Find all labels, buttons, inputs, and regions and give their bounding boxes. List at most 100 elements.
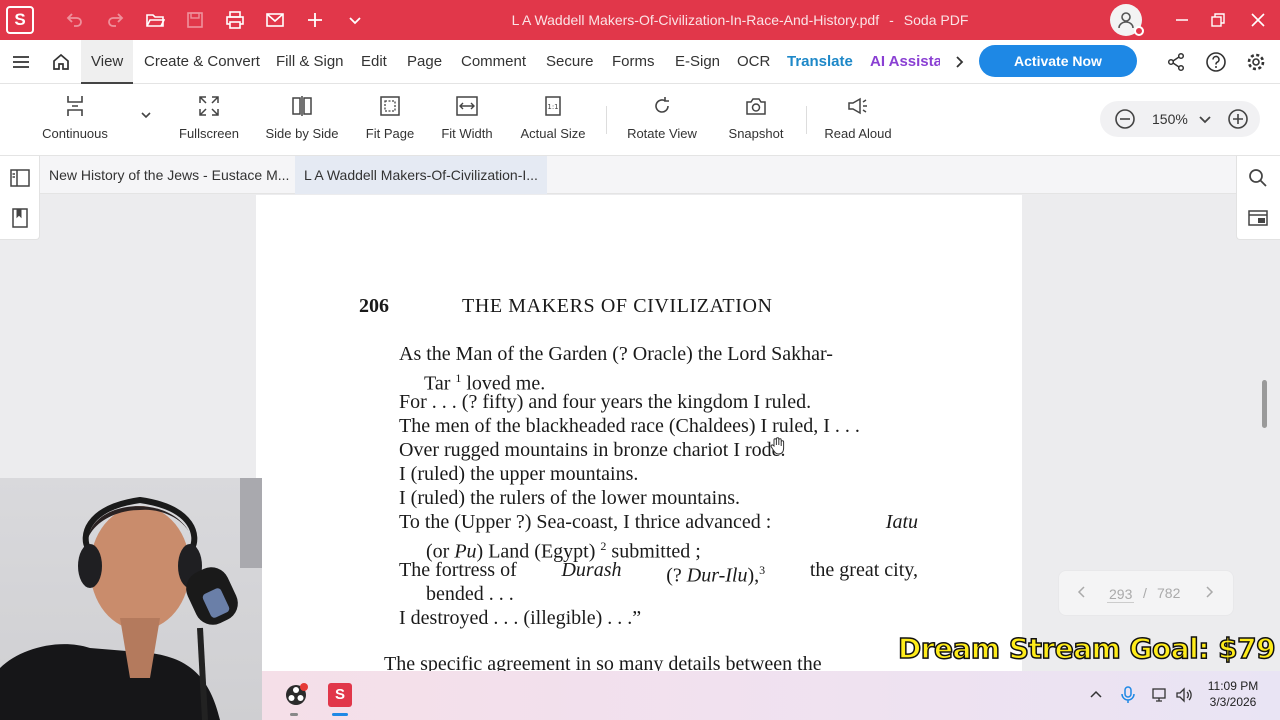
menu-create-convert[interactable]: Create & Convert [144, 40, 260, 84]
settings-gear-icon[interactable] [1244, 50, 1268, 74]
menu-ai-assistant[interactable]: AI Assista [870, 40, 940, 84]
text-line-italic: Durash [561, 559, 622, 581]
text-line-content: The men of the blackheaded race (Chaldee… [399, 415, 860, 437]
open-folder-icon[interactable] [142, 8, 168, 32]
activate-now-button[interactable]: Activate Now [979, 45, 1137, 77]
previous-page-chevron-icon[interactable] [1077, 585, 1087, 602]
text-line: I (ruled) the rulers of the lower mounta… [399, 486, 740, 510]
obs-app-icon[interactable] [282, 681, 310, 709]
undo-icon[interactable] [62, 8, 88, 32]
read-aloud-button[interactable]: Read Aloud [822, 92, 894, 148]
fullscreen-label: Fullscreen [179, 126, 239, 141]
actual-size-button[interactable]: 1:1 Actual Size [518, 92, 588, 148]
fullscreen-button[interactable]: Fullscreen [176, 92, 242, 148]
menu-view[interactable]: View [81, 40, 134, 84]
fit-page-button[interactable]: Fit Page [362, 92, 418, 148]
footnote-marker: 1 [455, 371, 462, 385]
soda-pdf-logo[interactable]: S [6, 6, 34, 34]
user-account-icon[interactable] [1110, 4, 1144, 36]
hand-cursor-icon [770, 437, 786, 460]
footnote-marker: 3 [759, 563, 766, 577]
help-icon[interactable] [1204, 50, 1228, 74]
share-icon[interactable] [1164, 50, 1188, 74]
menu-page[interactable]: Page [407, 40, 442, 84]
menu-e-sign[interactable]: E-Sign [675, 40, 720, 84]
search-icon[interactable] [1246, 166, 1270, 190]
side-by-side-button[interactable]: Side by Side [264, 92, 340, 148]
quick-access-chevron-down-icon[interactable] [342, 8, 368, 32]
menu-edit[interactable]: Edit [361, 40, 387, 84]
print-icon[interactable] [222, 8, 248, 32]
snapshot-camera-icon [724, 92, 788, 120]
sidebar-toggle-icon[interactable] [8, 166, 32, 190]
text-line: bended . . . [426, 582, 514, 606]
text-line: For . . . (? fifty) and four years the k… [399, 390, 811, 414]
zoom-dropdown-chevron-icon[interactable] [1198, 112, 1212, 131]
text-line-content: As the Man of the Garden (? Oracle) the … [399, 343, 833, 365]
save-icon[interactable] [182, 8, 208, 32]
microphone-icon[interactable] [1114, 681, 1142, 709]
bookmarks-icon[interactable] [8, 206, 32, 230]
menu-comment[interactable]: Comment [461, 40, 526, 84]
system-clock[interactable]: 11:09 PM 3/3/2026 [1198, 678, 1268, 710]
actual-size-label: Actual Size [520, 126, 586, 141]
text-line: I destroyed . . . (illegible) . . .” [399, 606, 641, 630]
toolbar-divider [806, 106, 807, 134]
tab-new-history-of-the-jews[interactable]: New History of the Jews - Eustace M... [40, 156, 298, 194]
snapshot-button[interactable]: Snapshot [724, 92, 788, 148]
fit-page-icon [362, 92, 418, 120]
close-icon[interactable] [1246, 8, 1270, 32]
fit-width-icon [438, 92, 496, 120]
text-line-content: I destroyed . . . (illegible) . . .” [399, 607, 642, 629]
svg-text:1:1: 1:1 [547, 103, 558, 111]
snapshot-label: Snapshot [728, 126, 784, 141]
tab-makers-of-civilization[interactable]: L A Waddell Makers-Of-Civilization-I... [295, 156, 547, 194]
volume-icon[interactable] [1170, 681, 1198, 709]
current-page-input[interactable]: 293 [1107, 586, 1135, 603]
zoom-out-icon[interactable] [1114, 108, 1136, 135]
rotate-view-button[interactable]: Rotate View [624, 92, 700, 148]
menu-secure[interactable]: Secure [546, 40, 594, 84]
home-icon[interactable] [49, 50, 73, 74]
soda-pdf-taskbar-icon[interactable]: S [326, 681, 354, 709]
soda-pdf-taskbar-logo: S [328, 683, 352, 707]
menu-forms[interactable]: Forms [612, 40, 655, 84]
fit-width-button[interactable]: Fit Width [438, 92, 496, 148]
text-line-content: I (ruled) the upper mountains. [399, 463, 639, 485]
continuous-label: Continuous [42, 126, 108, 141]
clock-time: 11:09 PM [1207, 679, 1259, 693]
zoom-level-value[interactable]: 150% [1152, 101, 1188, 137]
pdf-page[interactable]: 206 THE MAKERS OF CIVILIZATION As the Ma… [256, 195, 1022, 671]
menu-scroll-right-icon[interactable] [947, 50, 971, 74]
show-hidden-icons-chevron-icon[interactable] [1082, 681, 1110, 709]
text-line: As the Man of the Garden (? Oracle) the … [399, 342, 918, 366]
taskbar: S [262, 671, 1280, 720]
rotate-view-label: Rotate View [627, 126, 697, 141]
text-line-content: Over rugged mountains in bronze chariot … [399, 439, 786, 461]
menu-ocr[interactable]: OCR [737, 40, 770, 84]
text-line-content: I (ruled) the rulers of the lower mounta… [399, 487, 741, 509]
vertical-scrollbar-thumb[interactable] [1262, 380, 1267, 428]
stream-goal-overlay-text: Dream Stream Goal: $79 [897, 631, 1276, 666]
minimize-icon[interactable] [1170, 8, 1194, 32]
zoom-in-icon[interactable] [1227, 108, 1249, 135]
total-pages: 782 [1157, 585, 1181, 601]
next-page-chevron-icon[interactable] [1204, 585, 1214, 602]
text-line-content: bended . . . [426, 583, 514, 605]
restore-icon[interactable] [1206, 8, 1230, 32]
text-line-content: (? [666, 564, 682, 587]
window-title-file: L A Waddell Makers-Of-Civilization-In-Ra… [511, 12, 880, 28]
footnote-marker: 2 [600, 539, 607, 553]
actual-size-icon: 1:1 [518, 92, 588, 120]
redo-icon[interactable] [102, 8, 128, 32]
email-icon[interactable] [262, 8, 288, 32]
fit-page-label: Fit Page [365, 126, 415, 141]
panel-view-icon[interactable] [1246, 206, 1270, 230]
view-toolbar: Continuous Fullscreen Side by Side Fit P… [0, 84, 1280, 156]
continuous-button[interactable]: Continuous [36, 92, 114, 148]
menu-translate[interactable]: Translate [787, 40, 853, 84]
hamburger-menu-icon[interactable] [9, 50, 33, 74]
menu-fill-sign[interactable]: Fill & Sign [276, 40, 344, 84]
window-title-separator: - [889, 12, 894, 28]
new-document-plus-icon[interactable] [302, 8, 328, 32]
